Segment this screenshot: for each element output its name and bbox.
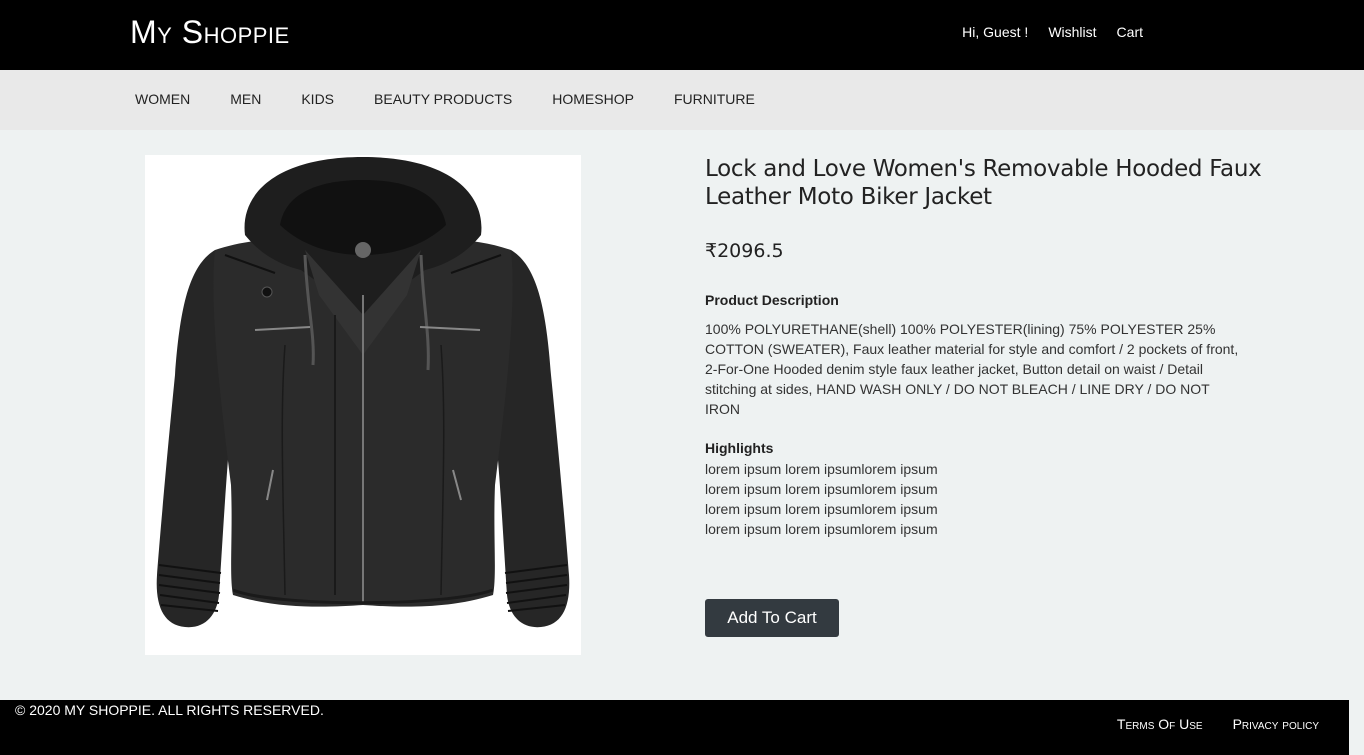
product-description: 100% POLYURETHANE(shell) 100% POLYESTER(… <box>705 321 1239 417</box>
site-logo[interactable]: My Shoppie <box>130 14 290 51</box>
nav-item-homeshop[interactable]: HOMESHOP <box>552 91 634 107</box>
product-image <box>145 155 581 655</box>
nav-item-furniture[interactable]: FURNITURE <box>674 91 755 107</box>
top-header: My Shoppie Hi, Guest ! Wishlist Cart <box>0 0 1364 70</box>
highlight-item: lorem ipsum lorem ipsumlorem ipsum <box>705 461 938 477</box>
product-title: Lock and Love Women's Removable Hooded F… <box>705 156 1262 210</box>
highlights-list: lorem ipsum lorem ipsumlorem ipsum lorem… <box>705 459 938 539</box>
highlights-heading: Highlights <box>705 440 774 456</box>
footer: © 2020 MY SHOPPIE. ALL RIGHTS RESERVED. … <box>0 700 1349 755</box>
product-price: ₹2096.5 <box>705 240 784 262</box>
cart-link[interactable]: Cart <box>1117 24 1143 40</box>
highlight-item: lorem ipsum lorem ipsumlorem ipsum <box>705 521 938 537</box>
category-navbar: WOMEN MEN KIDS BEAUTY PRODUCTS HOMESHOP … <box>0 70 1364 130</box>
nav-item-kids[interactable]: KIDS <box>301 91 334 107</box>
highlight-item: lorem ipsum lorem ipsumlorem ipsum <box>705 501 938 517</box>
greeting-link[interactable]: Hi, Guest ! <box>962 24 1028 40</box>
jacket-image <box>156 157 570 628</box>
add-to-cart-button[interactable]: Add To Cart <box>705 599 839 637</box>
nav-item-men[interactable]: MEN <box>230 91 261 107</box>
category-nav: WOMEN MEN KIDS BEAUTY PRODUCTS HOMESHOP … <box>135 91 755 107</box>
description-heading: Product Description <box>705 292 839 308</box>
footer-links: Terms Of Use Privacy policy <box>1117 716 1319 732</box>
wishlist-link[interactable]: Wishlist <box>1048 24 1096 40</box>
highlight-item: lorem ipsum lorem ipsumlorem ipsum <box>705 481 938 497</box>
privacy-policy-link[interactable]: Privacy policy <box>1233 716 1319 732</box>
header-links: Hi, Guest ! Wishlist Cart <box>962 24 1143 40</box>
terms-of-use-link[interactable]: Terms Of Use <box>1117 716 1203 732</box>
copyright-text: © 2020 MY SHOPPIE. ALL RIGHTS RESERVED. <box>15 702 324 718</box>
nav-item-beauty-products[interactable]: BEAUTY PRODUCTS <box>374 91 512 107</box>
nav-item-women[interactable]: WOMEN <box>135 91 190 107</box>
